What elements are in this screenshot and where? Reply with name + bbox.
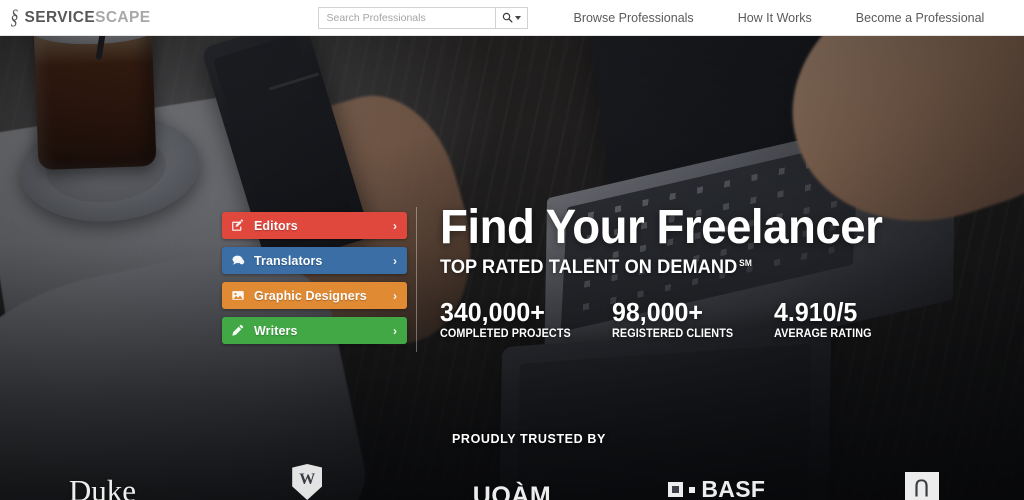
logo-wordmark-primary: SERVICE <box>24 8 96 26</box>
pencil-square-icon <box>231 219 247 232</box>
search-button[interactable] <box>495 6 529 29</box>
logo-wordmark: SERVICESCAPE <box>25 9 151 27</box>
search-icon <box>503 12 514 23</box>
headline-block: Find Your Freelancer TOP RATED TALENT ON… <box>440 201 906 279</box>
nantes-glyph: Ո <box>913 475 930 500</box>
basf-wordmark: BASF <box>701 476 766 500</box>
comment-icon <box>231 254 247 267</box>
search-form <box>318 6 529 29</box>
basf-square-icon <box>668 482 684 497</box>
stat-label: COMPLETED PROJECTS <box>440 327 571 340</box>
vertical-divider <box>416 207 417 352</box>
category-button-writers[interactable]: Writers › <box>222 317 407 344</box>
nav-item-become-a-professional[interactable]: Become a Professional <box>856 11 985 25</box>
category-button-graphic-designers[interactable]: Graphic Designers › <box>222 282 407 309</box>
service-mark: SM <box>739 257 752 268</box>
main-nav: Browse Professionals How It Works Become… <box>573 11 1024 25</box>
site-header: § SERVICESCAPE Browse Professionals How … <box>0 0 1024 36</box>
page-subtitle: TOP RATED TALENT ON DEMAND SM <box>440 256 873 279</box>
trusted-logo-duke: Duke UNIVERSITY <box>0 475 205 500</box>
trusted-by-label: PROUDLY TRUSTED BY <box>452 432 606 446</box>
category-label: Writers <box>254 323 298 338</box>
hero-section: Editors › Translators › Graphic Designer… <box>0 36 1024 500</box>
logo-mark-icon: § <box>10 5 19 29</box>
stat-value: 4.910/5 <box>774 297 858 327</box>
stat-value: 340,000+ <box>440 297 545 327</box>
stat-completed-projects: 340,000+ COMPLETED PROJECTS <box>440 298 579 340</box>
stat-label: REGISTERED CLIENTS <box>612 327 734 340</box>
pencil-icon <box>231 324 247 337</box>
servicescape-homepage: § SERVICESCAPE Browse Professionals How … <box>0 0 1024 500</box>
trusted-logo-wisconsin: W WISCONSIN UNIVERSITY OF WISCONSIN–MADI… <box>205 464 410 500</box>
stats-row: 340,000+ COMPLETED PROJECTS 98,000+ REGI… <box>440 298 878 340</box>
duke-wordmark: Duke <box>68 473 136 500</box>
trusted-logos-row: Duke UNIVERSITY W WISCONSIN UNIVERSITY O… <box>0 460 1024 500</box>
basf-lockup: BASF <box>668 476 765 500</box>
trusted-logo-uqam: UQÀM <box>410 482 615 500</box>
nav-item-how-it-works[interactable]: How It Works <box>738 11 812 25</box>
wisconsin-crest-icon: W <box>292 464 323 500</box>
chevron-right-icon: › <box>393 323 397 338</box>
search-input[interactable] <box>318 6 496 29</box>
category-list: Editors › Translators › Graphic Designer… <box>222 212 407 352</box>
trusted-logo-basf: BASF We create chemistry <box>614 476 819 500</box>
image-icon <box>231 289 247 302</box>
category-label: Editors <box>254 218 298 233</box>
page-subtitle-text: TOP RATED TALENT ON DEMAND <box>440 256 738 279</box>
stat-label: AVERAGE RATING <box>774 327 872 340</box>
page-title: Find Your Freelancer <box>440 201 883 254</box>
stat-value: 98,000+ <box>612 297 704 327</box>
wisconsin-crest-letter: W <box>299 471 316 488</box>
stat-registered-clients: 98,000+ REGISTERED CLIENTS <box>612 298 741 340</box>
chevron-right-icon: › <box>393 288 397 303</box>
chevron-down-icon <box>515 15 522 20</box>
stat-average-rating: 4.910/5 AVERAGE RATING <box>774 298 878 340</box>
nav-item-browse-professionals[interactable]: Browse Professionals <box>573 11 693 25</box>
category-label: Translators <box>254 253 323 268</box>
logo-wordmark-secondary: SCAPE <box>95 8 151 26</box>
category-label: Graphic Designers <box>254 288 367 303</box>
site-logo[interactable]: § SERVICESCAPE <box>9 7 150 28</box>
uqam-wordmark: UQÀM <box>472 481 552 500</box>
chevron-right-icon: › <box>393 218 397 233</box>
category-button-editors[interactable]: Editors › <box>222 212 407 239</box>
nantes-mark-icon: Ո <box>904 472 939 500</box>
trusted-logo-nantes: Ո UNIVERSITÉ DE NANTES <box>819 472 1024 500</box>
category-button-translators[interactable]: Translators › <box>222 247 407 274</box>
hero-content: Editors › Translators › Graphic Designer… <box>0 36 1024 500</box>
chevron-right-icon: › <box>393 253 397 268</box>
basf-dot-icon <box>689 486 696 493</box>
